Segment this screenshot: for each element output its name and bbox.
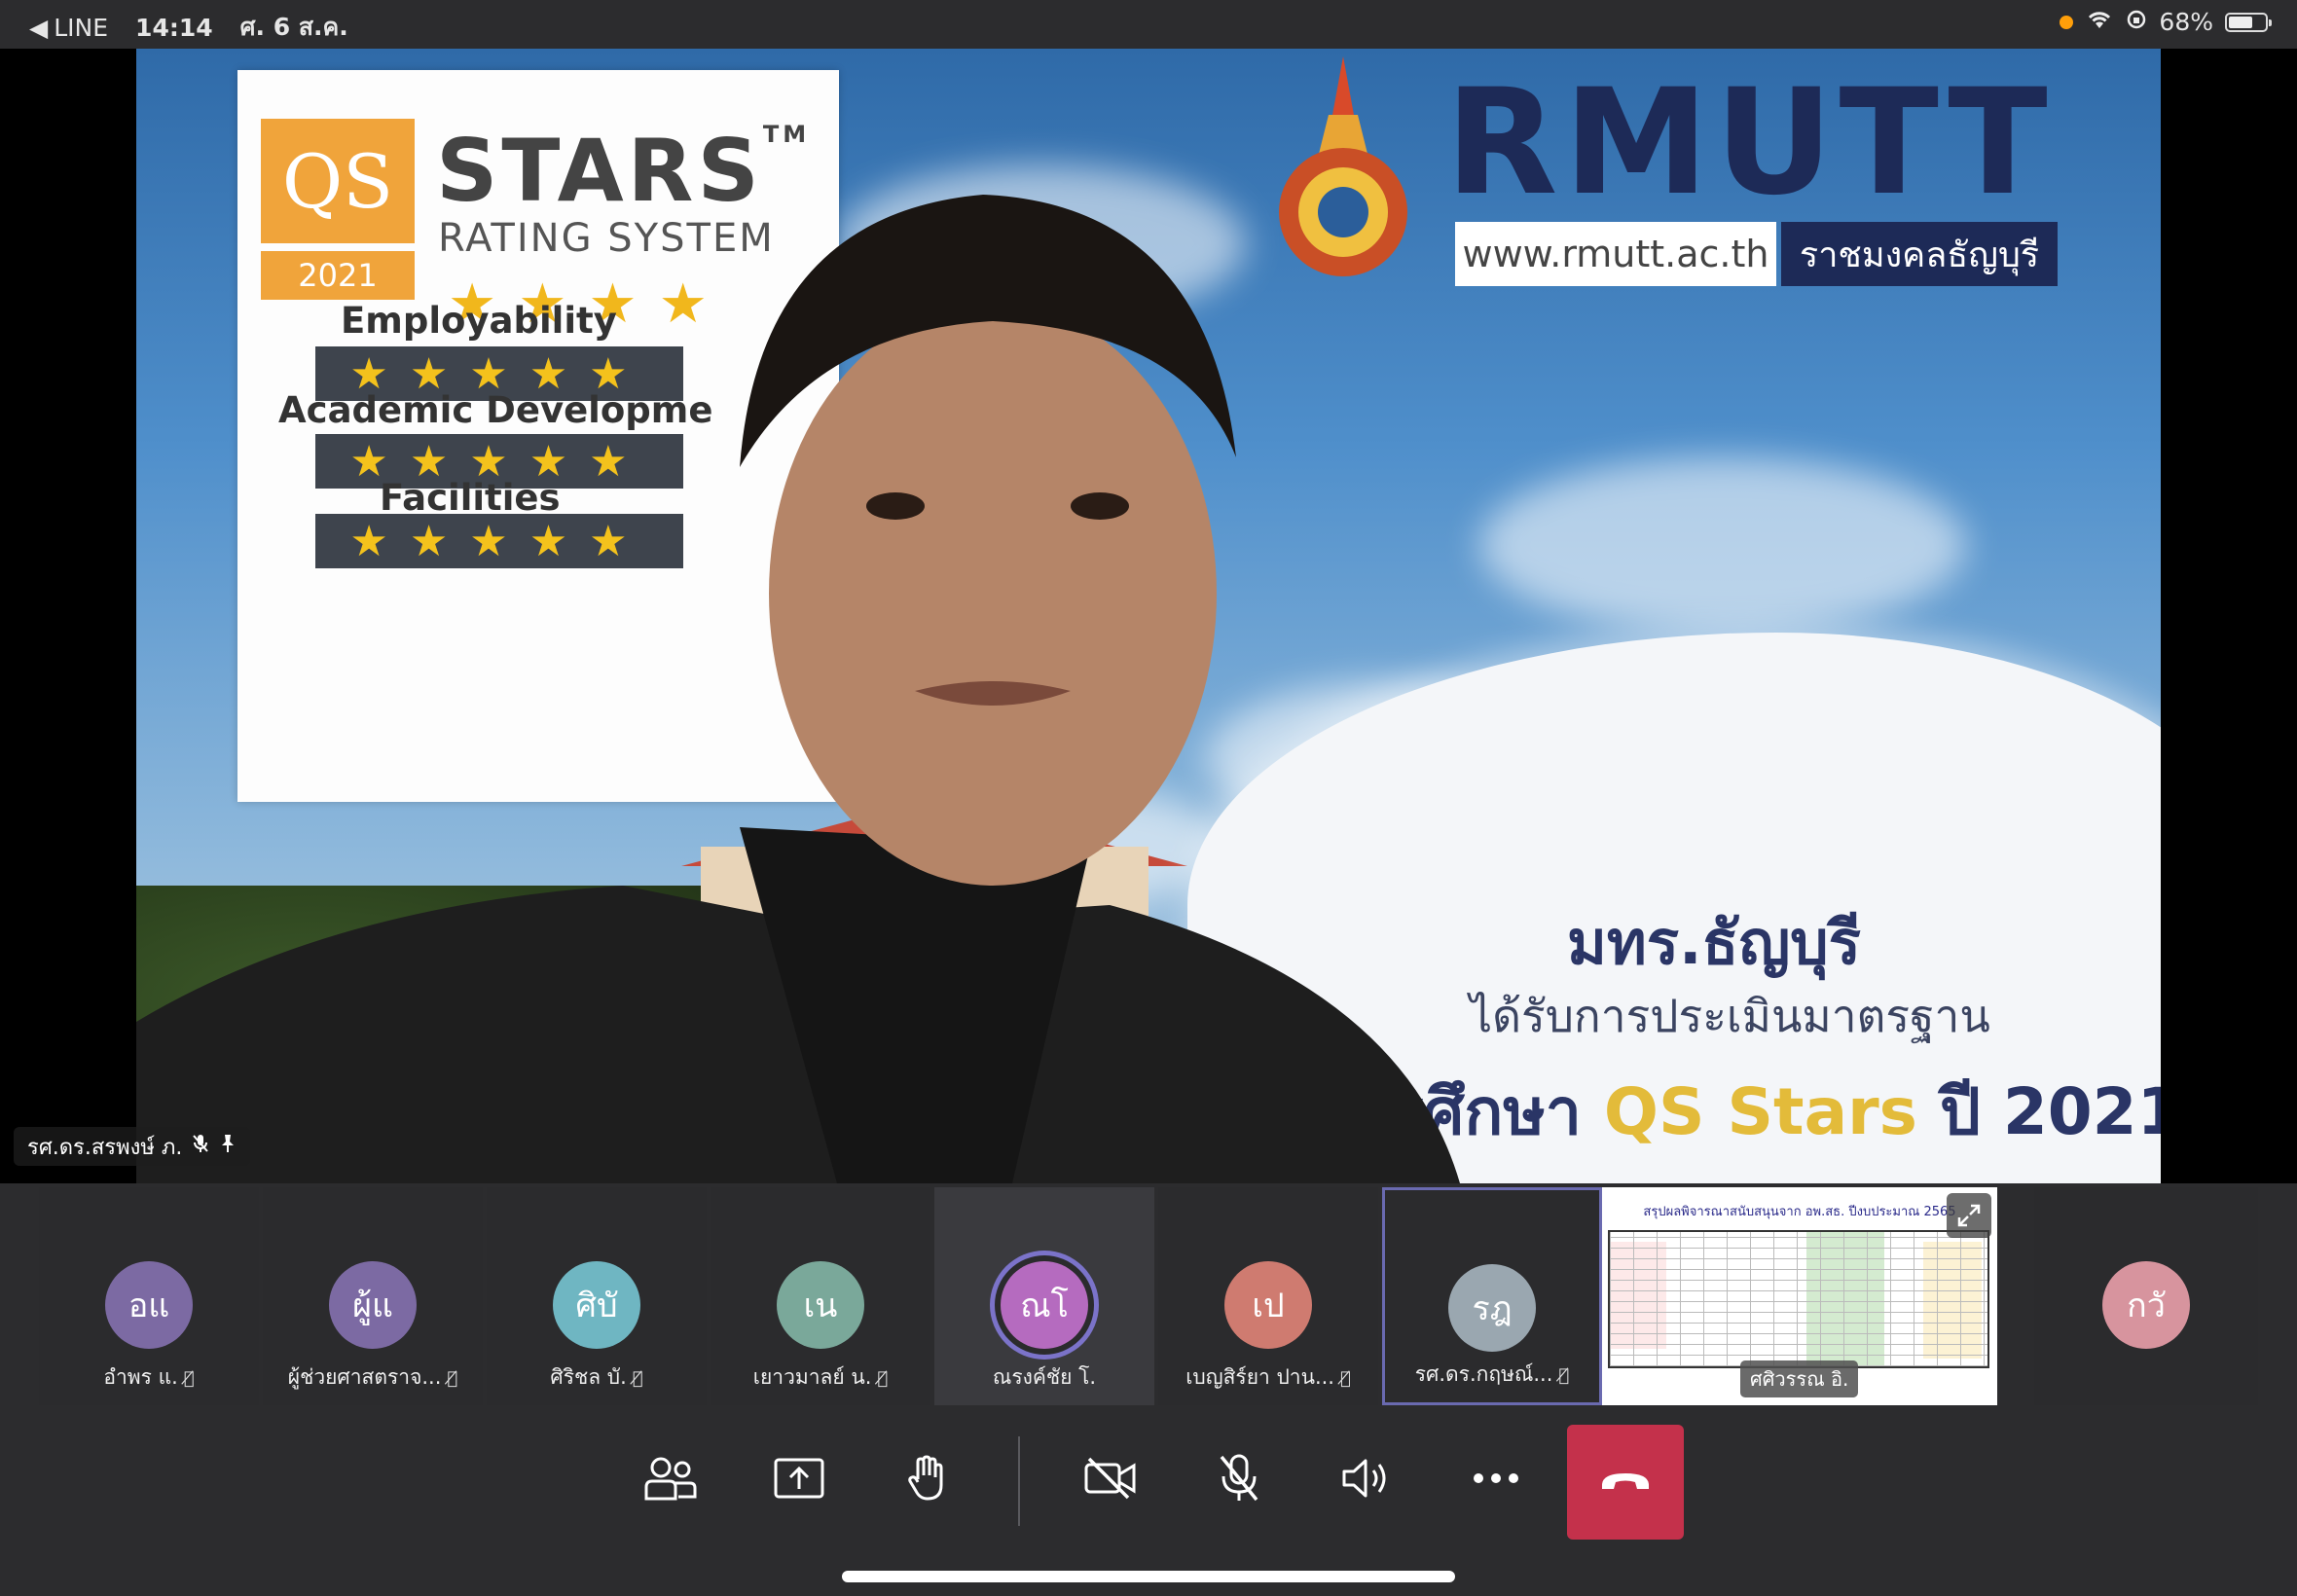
participant-avatar: กวั — [2102, 1261, 2190, 1349]
mic-off-icon — [1220, 1454, 1258, 1502]
participant-tile[interactable]: ศิบั ศิริชล บั. 🎙̸ — [487, 1187, 707, 1405]
pin-icon[interactable] — [219, 1134, 237, 1159]
raise-hand-button[interactable] — [874, 1425, 981, 1532]
participant-name-row: เยาวมาลย์ น. 🎙̸ — [711, 1361, 930, 1394]
participant-name: รศ.ดร.กฤษณ์... — [1414, 1362, 1553, 1386]
participant-name: ศิริชล บั. — [550, 1365, 627, 1389]
hangup-button[interactable] — [1567, 1425, 1684, 1540]
participant-name: อำพร แ. — [103, 1365, 178, 1389]
participant-tile-active-speaker[interactable]: ณโ ณรงค์ชัย โ. — [934, 1187, 1154, 1405]
speaker-icon — [1342, 1459, 1386, 1498]
speaker-name-label: รศ.ดร.สรพงษ์ ภ. — [14, 1127, 251, 1166]
participant-name-row: อำพร แ. 🎙̸ — [39, 1361, 259, 1394]
speaker-person — [136, 195, 1460, 1183]
mic-off-icon: 🎙̸ — [183, 1368, 195, 1389]
toolbar-divider — [1018, 1436, 1020, 1526]
participant-avatar: ศิบั — [553, 1261, 640, 1349]
participant-tile[interactable]: เน เยาวมาลย์ น. 🎙̸ — [711, 1187, 930, 1405]
more-icon — [1474, 1473, 1518, 1483]
participants-button[interactable] — [617, 1425, 724, 1532]
status-bar: ◀ LINE 14:14 ศ. 6 ส.ค. 68% — [0, 0, 2297, 47]
mic-off-icon: 🎙̸ — [632, 1368, 643, 1389]
shared-document-title: สรุปผลพิจารณาสนับสนุนจาก อพ.สธ. ปีงบประม… — [1643, 1205, 1956, 1219]
speaker-video: QS 2021 STARSTM RATING SYSTEM ★★★★ Emplo… — [136, 49, 2161, 1183]
speaker-name: รศ.ดร.สรพงษ์ ภ. — [27, 1135, 183, 1160]
participant-avatar: อแ — [105, 1261, 193, 1349]
share-screen-button[interactable] — [746, 1425, 853, 1532]
people-icon — [644, 1457, 697, 1501]
back-triangle-icon: ◀ — [29, 13, 49, 42]
participant-avatar: ผู้แ — [329, 1261, 417, 1349]
screen-share-tile[interactable]: สรุปผลพิจารณาสนับสนุนจาก อพ.สธ. ปีงบประม… — [1602, 1187, 1997, 1405]
main-video-stage[interactable]: QS 2021 STARSTM RATING SYSTEM ★★★★ Emplo… — [0, 49, 2297, 1183]
expand-icon — [1957, 1204, 1981, 1227]
participant-name-row: ณรงค์ชัย โ. — [934, 1361, 1154, 1394]
status-date: ศ. 6 ส.ค. — [239, 13, 348, 41]
participant-name: เบญสิร์ยา ปาน... — [1185, 1365, 1334, 1389]
participant-tile-overflow[interactable]: กวั — [2034, 1187, 2258, 1405]
share-screen-icon — [774, 1458, 824, 1499]
participant-name-row: ผู้ช่วยศาสตราจ... 🎙̸ — [263, 1361, 483, 1394]
participant-tile[interactable]: เป เบญสิร์ยา ปาน... 🎙̸ — [1158, 1187, 1378, 1405]
mic-off-icon — [192, 1134, 209, 1159]
participant-avatar: รฎ — [1448, 1264, 1536, 1352]
participant-gallery: อแ อำพร แ. 🎙̸ ผู้แ ผู้ช่วยศาสตราจ... 🎙̸ ศิ… — [0, 1185, 2297, 1409]
hand-icon — [908, 1455, 943, 1501]
participant-name-row: รศ.ดร.กฤษณ์... 🎙̸ — [1385, 1359, 1599, 1391]
status-time: 14:14 — [135, 13, 213, 42]
participant-name: ณรงค์ชัย โ. — [992, 1365, 1097, 1389]
expand-share-button[interactable] — [1947, 1193, 1991, 1238]
mic-off-icon: 🎙̸ — [447, 1368, 458, 1389]
speaker-button[interactable] — [1314, 1425, 1421, 1532]
back-app-label: LINE — [54, 13, 109, 42]
more-options-button[interactable] — [1442, 1425, 1550, 1532]
participant-name-row: เบญสิร์ยา ปาน... 🎙̸ — [1158, 1361, 1378, 1394]
participant-avatar: เป — [1224, 1261, 1312, 1349]
participant-avatar: ณโ — [1001, 1261, 1088, 1349]
camera-toggle-button[interactable] — [1057, 1425, 1164, 1532]
shared-spreadsheet — [1608, 1230, 1989, 1368]
mic-off-icon: 🎙̸ — [877, 1368, 889, 1389]
call-controls — [0, 1411, 2297, 1596]
wifi-icon — [2085, 8, 2114, 36]
mic-off-icon: 🎙̸ — [1558, 1365, 1570, 1386]
battery-icon — [2225, 12, 2272, 32]
mic-in-use-indicator — [2060, 15, 2074, 29]
mic-toggle-button[interactable] — [1185, 1425, 1293, 1532]
camera-off-icon — [1084, 1457, 1136, 1500]
home-indicator[interactable] — [842, 1571, 1455, 1582]
mic-off-icon: 🎙̸ — [1339, 1368, 1351, 1389]
presenter-name: ศศิวรรณ อิ. — [1740, 1360, 1859, 1397]
participant-avatar: เน — [777, 1261, 864, 1349]
participant-name-row: ศิริชล บั. 🎙̸ — [487, 1361, 707, 1394]
participant-name: ผู้ช่วยศาสตราจ... — [287, 1365, 442, 1389]
participant-tile-selected[interactable]: รฎ รศ.ดร.กฤษณ์... 🎙̸ — [1382, 1187, 1602, 1405]
participant-tile[interactable]: ผู้แ ผู้ช่วยศาสตราจ... 🎙̸ — [263, 1187, 483, 1405]
hangup-icon — [1602, 1473, 1649, 1489]
participant-name: เยาวมาลย์ น. — [752, 1365, 872, 1389]
orientation-lock-icon — [2126, 8, 2147, 36]
back-to-app-link[interactable]: ◀ LINE — [29, 14, 108, 42]
battery-percent: 68% — [2159, 8, 2213, 36]
participant-tile[interactable]: อแ อำพร แ. 🎙̸ — [39, 1187, 259, 1405]
